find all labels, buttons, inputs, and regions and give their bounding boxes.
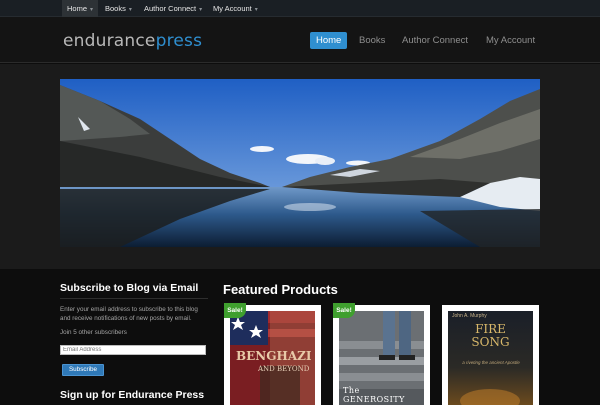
product-card[interactable]: The GENEROSITY <box>333 305 430 405</box>
logo-text-accent: press <box>155 31 203 51</box>
subscriber-count: Join 5 other subscribers <box>60 329 127 336</box>
admin-menu-books[interactable]: Books ▾ <box>100 0 137 17</box>
admin-bar: Home ▾ Books ▾ Author Connect ▾ My Account ▾ <box>0 0 600 17</box>
site-logo[interactable]: endurancepress <box>63 31 202 51</box>
admin-menu-my-account-label: My Account <box>213 4 252 13</box>
subscribe-description: Enter your email address to subscribe to… <box>60 306 198 322</box>
book-cover-author: John A. Murphy <box>452 313 487 319</box>
subscribe-widget-title: Subscribe to Blog via Email <box>60 282 199 294</box>
book-cover[interactable]: The GENEROSITY <box>339 311 424 405</box>
sale-badge: Sale! <box>333 303 355 318</box>
sale-badge: Sale! <box>224 303 246 318</box>
chevron-down-icon: ▾ <box>128 7 132 13</box>
nav-my-account[interactable]: My Account <box>486 32 535 49</box>
nav-home[interactable]: Home <box>310 32 348 49</box>
nav-books[interactable]: Books <box>359 32 385 49</box>
email-field[interactable] <box>60 345 206 355</box>
site-header: endurancepress Home Books Author Connect… <box>0 17 600 63</box>
admin-menu-author-connect[interactable]: Author Connect ▾ <box>139 0 207 17</box>
hero-image <box>60 79 540 247</box>
product-card[interactable]: BENGHAZI AND BEYOND <box>224 305 321 405</box>
signup-widget-title: Sign up for Endurance Press <box>60 389 205 401</box>
chevron-down-icon: ▾ <box>254 7 258 13</box>
book-cover[interactable]: John A. Murphy FIRE SONG a riveting the … <box>448 311 533 405</box>
book-cover-subtitle: AND BEYOND <box>258 365 310 373</box>
admin-menu-my-account[interactable]: My Account ▾ <box>208 0 263 17</box>
chevron-down-icon: ▾ <box>199 7 203 13</box>
widget-divider <box>60 298 208 299</box>
admin-menu-books-label: Books <box>105 4 126 13</box>
book-cover-title: BENGHAZI <box>236 349 312 363</box>
book-cover-tagline: a riveting the ancient Apostle <box>462 360 520 365</box>
chevron-down-icon: ▾ <box>90 7 94 13</box>
product-card[interactable]: John A. Murphy FIRE SONG a riveting the … <box>442 305 539 405</box>
admin-menu-home[interactable]: Home ▾ <box>62 0 99 17</box>
book-cover-title: FIRE SONG <box>471 322 510 349</box>
nav-author-connect[interactable]: Author Connect <box>402 32 468 49</box>
subscribe-button[interactable]: Subscribe <box>62 364 104 376</box>
featured-products-title: Featured Products <box>223 282 338 297</box>
book-cover[interactable]: BENGHAZI AND BEYOND <box>230 311 315 405</box>
logo-text-primary: endurance <box>63 31 156 51</box>
admin-menu-author-connect-label: Author Connect <box>144 4 197 13</box>
admin-menu-home-label: Home <box>67 4 88 13</box>
book-cover-title: The GENEROSITY <box>343 386 405 404</box>
